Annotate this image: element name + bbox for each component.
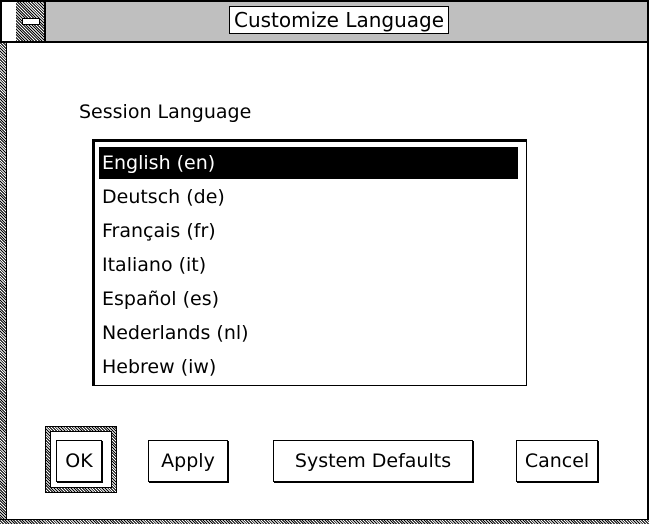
language-item-it[interactable]: Italiano (it): [99, 249, 518, 281]
customize-language-dialog: Customize Language Session Language Engl…: [0, 0, 649, 524]
session-language-label: Session Language: [79, 101, 252, 123]
language-item-es[interactable]: Español (es): [99, 283, 518, 315]
language-list[interactable]: English (en) Deutsch (de) Français (fr) …: [92, 139, 527, 386]
window-menu-icon: [22, 18, 40, 25]
window-frame-bottom[interactable]: [0, 519, 649, 524]
language-item-de[interactable]: Deutsch (de): [99, 181, 518, 213]
language-item-iw[interactable]: Hebrew (iw): [99, 351, 518, 383]
window-frame-left[interactable]: [0, 0, 7, 524]
window-menu-button[interactable]: [16, 2, 46, 41]
language-item-en[interactable]: English (en): [99, 147, 518, 179]
apply-button[interactable]: Apply: [148, 440, 228, 482]
window-title: Customize Language: [229, 6, 450, 34]
ok-button[interactable]: OK: [56, 440, 102, 482]
language-item-fr[interactable]: Français (fr): [99, 215, 518, 247]
language-item-nl[interactable]: Nederlands (nl): [99, 317, 518, 349]
cancel-button[interactable]: Cancel: [516, 440, 598, 482]
system-defaults-button[interactable]: System Defaults: [273, 440, 473, 482]
title-bar[interactable]: Customize Language: [0, 0, 649, 43]
